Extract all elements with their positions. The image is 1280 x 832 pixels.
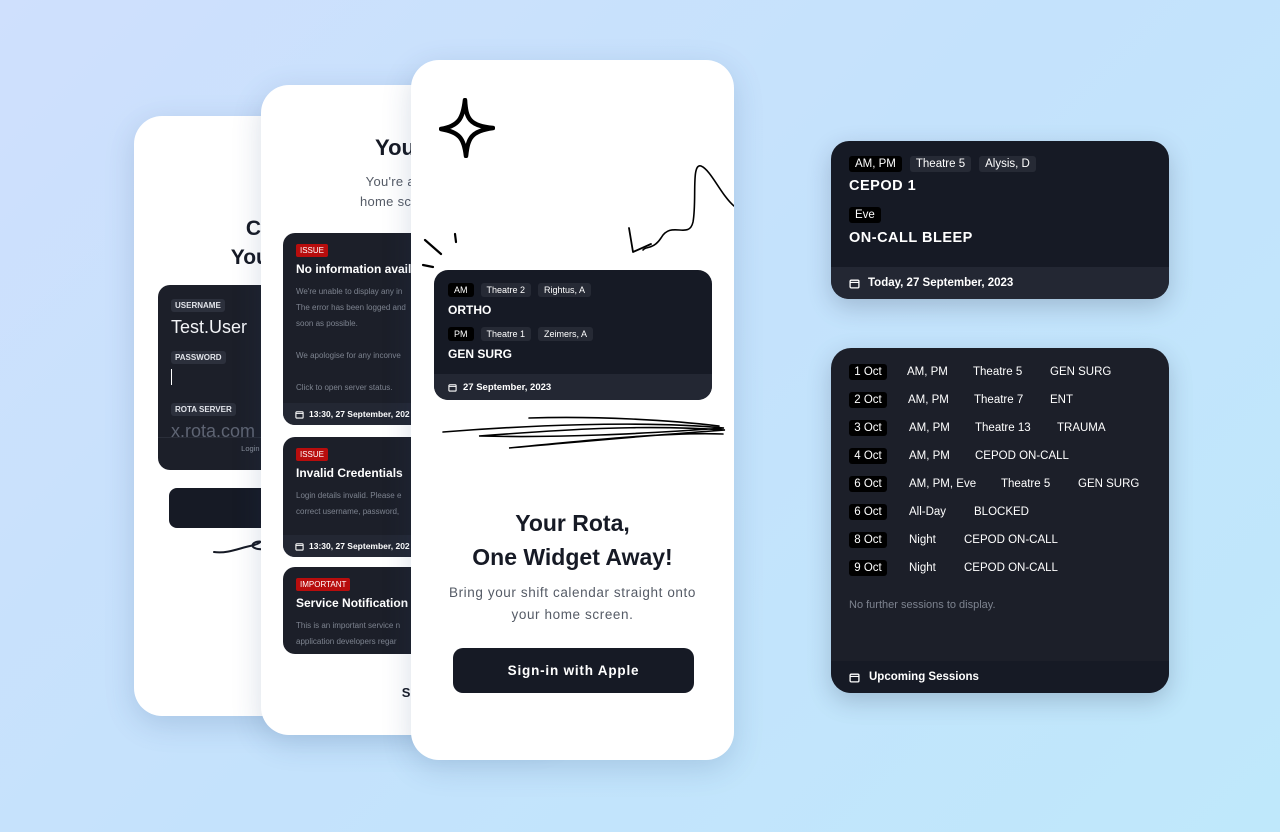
intro-title: Your Rota, One Widget Away! <box>472 510 673 570</box>
session-theatre-chip: Theatre 5 <box>909 156 972 172</box>
today-widget[interactable]: AM, PM Theatre 5 Alysis, D CEPOD 1 Eve O… <box>831 141 1169 299</box>
issue-badge: ISSUE <box>296 244 329 257</box>
rota-widget-preview: AM Theatre 2 Rightus, A ORTHO PM Theatre… <box>434 270 712 400</box>
widget-footer: 27 September, 2023 <box>434 374 712 400</box>
session-name: GEN SURG <box>448 347 513 361</box>
session-person-chip: Zeimers, A <box>538 327 594 341</box>
session-row: 8 Oct Night CEPOD ON-CALL <box>849 530 1149 550</box>
session-date: 9 Oct <box>849 560 887 576</box>
session-person-chip: Alysis, D <box>979 156 1036 172</box>
session-date: 2 Oct <box>849 392 887 408</box>
session-name: CEPOD 1 <box>849 178 917 194</box>
sign-in-with-apple-button[interactable]: Sign-in with Apple <box>453 648 694 693</box>
session-theatre-chip: Theatre 2 <box>480 283 532 297</box>
session-time-chip: Eve <box>849 207 881 223</box>
arrow-doodle-icon <box>628 165 734 253</box>
calendar-icon <box>295 542 304 551</box>
important-badge: IMPORTANT <box>296 578 351 591</box>
session-row: 6 Oct All-Day BLOCKED <box>849 502 1149 522</box>
session-date: 4 Oct <box>849 448 887 464</box>
widget-footer: Today, 27 September, 2023 <box>831 267 1169 299</box>
session-row: 4 Oct AM, PM CEPOD ON-CALL <box>849 446 1149 466</box>
session-row: 9 Oct Night CEPOD ON-CALL <box>849 558 1149 578</box>
session-name: ORTHO <box>448 303 492 317</box>
session-person-chip: Rightus, A <box>538 283 592 297</box>
session-row: 2 Oct AM, PM Theatre 7 ENT <box>849 390 1149 410</box>
upcoming-sessions-widget[interactable]: 1 Oct AM, PM Theatre 5 GEN SURG 2 Oct AM… <box>831 348 1169 693</box>
password-label: PASSWORD <box>171 351 226 364</box>
sparkle-icon <box>439 98 495 158</box>
session-time-chip: AM, PM <box>849 156 902 172</box>
username-label: USERNAME <box>171 299 225 312</box>
session-row: 3 Oct AM, PM Theatre 13 TRAUMA <box>849 418 1149 438</box>
session-date: 6 Oct <box>849 476 887 492</box>
calendar-icon <box>849 279 860 289</box>
issue-badge: ISSUE <box>296 448 329 461</box>
text-cursor <box>171 369 172 385</box>
calendar-icon <box>295 410 304 419</box>
server-label: ROTA SERVER <box>171 403 236 416</box>
session-date: 6 Oct <box>849 504 887 520</box>
session-row: 1 Oct AM, PM Theatre 5 GEN SURG <box>849 362 1149 382</box>
session-row: 6 Oct AM, PM, Eve Theatre 5 GEN SURG <box>849 474 1149 494</box>
session-time-chip: AM <box>448 283 474 297</box>
session-date: 1 Oct <box>849 364 887 380</box>
calendar-icon <box>448 383 457 392</box>
session-date: 8 Oct <box>849 532 887 548</box>
session-theatre-chip: Theatre 1 <box>480 327 532 341</box>
intro-screen: AM Theatre 2 Rightus, A ORTHO PM Theatre… <box>411 60 734 760</box>
session-name: ON-CALL BLEEP <box>849 230 973 246</box>
widget-footer: Upcoming Sessions <box>831 661 1169 693</box>
calendar-icon <box>849 673 860 683</box>
intro-subtitle: Bring your shift calendar straight onto … <box>448 585 697 622</box>
underline-scribble-icon <box>442 416 726 449</box>
session-date: 3 Oct <box>849 420 887 436</box>
emphasis-marks-icon <box>421 232 458 269</box>
empty-state-text: No further sessions to display. <box>849 599 996 611</box>
session-time-chip: PM <box>448 327 474 341</box>
